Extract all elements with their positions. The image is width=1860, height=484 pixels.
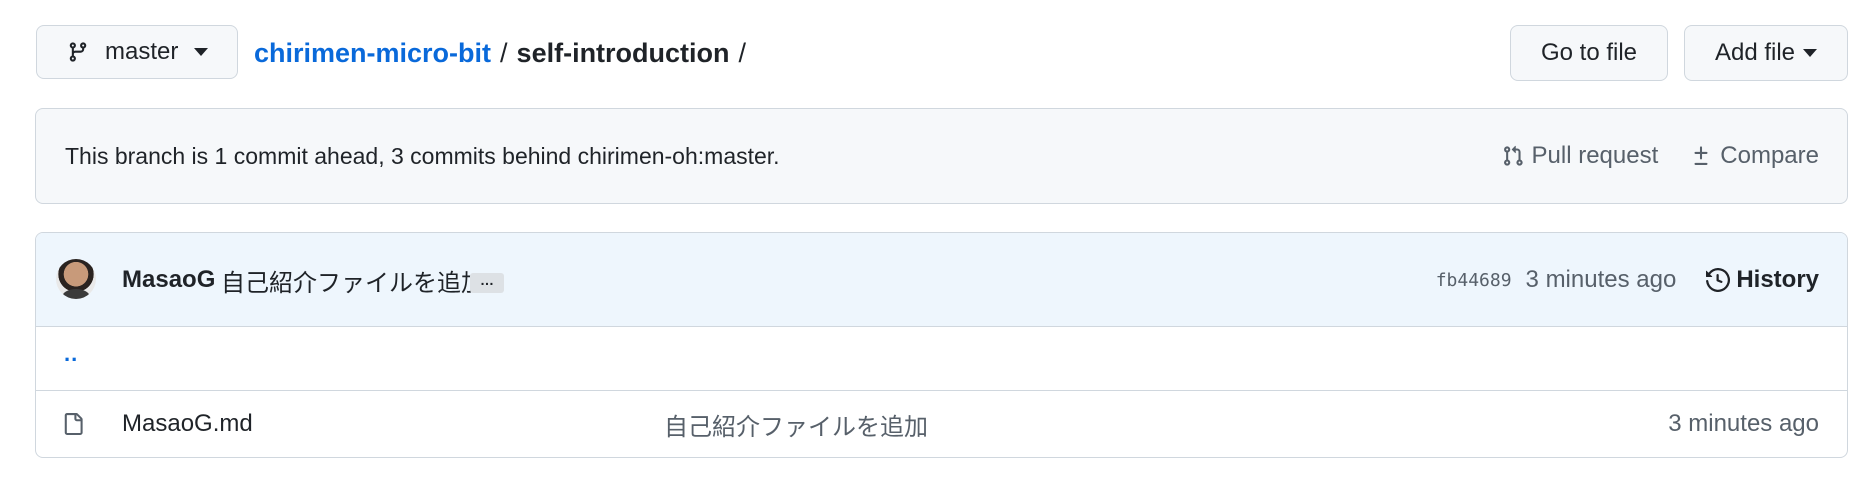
top-actions: Go to file Add file [1510,25,1848,81]
breadcrumb: chirimen-micro-bit / self-introduction / [254,25,755,81]
avatar[interactable] [56,259,96,299]
file-name-link[interactable]: MasaoG.md [122,391,253,457]
compare-label: Compare [1720,142,1819,169]
pull-request-icon [1503,145,1523,166]
commit-message[interactable]: 自己紹介ファイルを追加 [221,233,485,327]
history-link[interactable]: History [1706,266,1819,294]
diff-icon [1694,146,1708,165]
parent-directory-row: .. [36,327,1847,391]
commit-sha-link[interactable]: fb44689 [1436,270,1512,291]
history-label: History [1736,266,1819,293]
branch-name: master [105,38,179,65]
compare-link[interactable]: Compare [1690,142,1819,170]
branch-status-text: This branch is 1 commit ahead, 3 commits… [65,142,780,169]
parent-directory-link[interactable]: .. [64,341,78,367]
git-branch-icon [67,39,89,65]
chevron-down-icon [194,48,209,56]
breadcrumb-current-dir: self-introduction [516,37,730,68]
commit-meta: fb44689 3 minutes ago History [1436,233,1819,327]
commit-time: 3 minutes ago [1525,266,1677,293]
add-file-button[interactable]: Add file [1684,25,1848,81]
latest-commit-row: MasaoG 自己紹介ファイルを追加 … fb44689 3 minutes a… [36,233,1847,327]
branch-select-button[interactable]: master [36,25,238,79]
breadcrumb-separator-trailing: / [738,37,747,68]
commit-ellipsis-button[interactable]: … [470,273,504,293]
file-commit-time: 3 minutes ago [1668,410,1819,437]
repo-topbar: master chirimen-micro-bit / self-introdu… [36,25,1848,81]
breadcrumb-separator: / [500,37,508,68]
file-table: MasaoG 自己紹介ファイルを追加 … fb44689 3 minutes a… [35,232,1848,458]
branch-status-actions: Pull request Compare [1502,109,1819,203]
table-row: MasaoG.md 自己紹介ファイルを追加 3 minutes ago [36,391,1847,457]
file-icon [62,411,84,437]
branch-status-box: This branch is 1 commit ahead, 3 commits… [35,108,1848,204]
file-commit-message-link[interactable]: 自己紹介ファイルを追加 [664,391,928,457]
chevron-down-icon [1803,49,1818,57]
pull-request-label: Pull request [1531,142,1659,169]
go-to-file-label: Go to file [1540,39,1638,66]
go-to-file-button[interactable]: Go to file [1510,25,1668,81]
history-icon [1706,268,1731,292]
add-file-label: Add file [1714,39,1796,66]
breadcrumb-repo-link[interactable]: chirimen-micro-bit [254,38,491,69]
pull-request-link[interactable]: Pull request [1502,142,1659,170]
repo-file-browser: master chirimen-micro-bit / self-introdu… [0,0,1860,484]
commit-author[interactable]: MasaoG [122,233,215,327]
